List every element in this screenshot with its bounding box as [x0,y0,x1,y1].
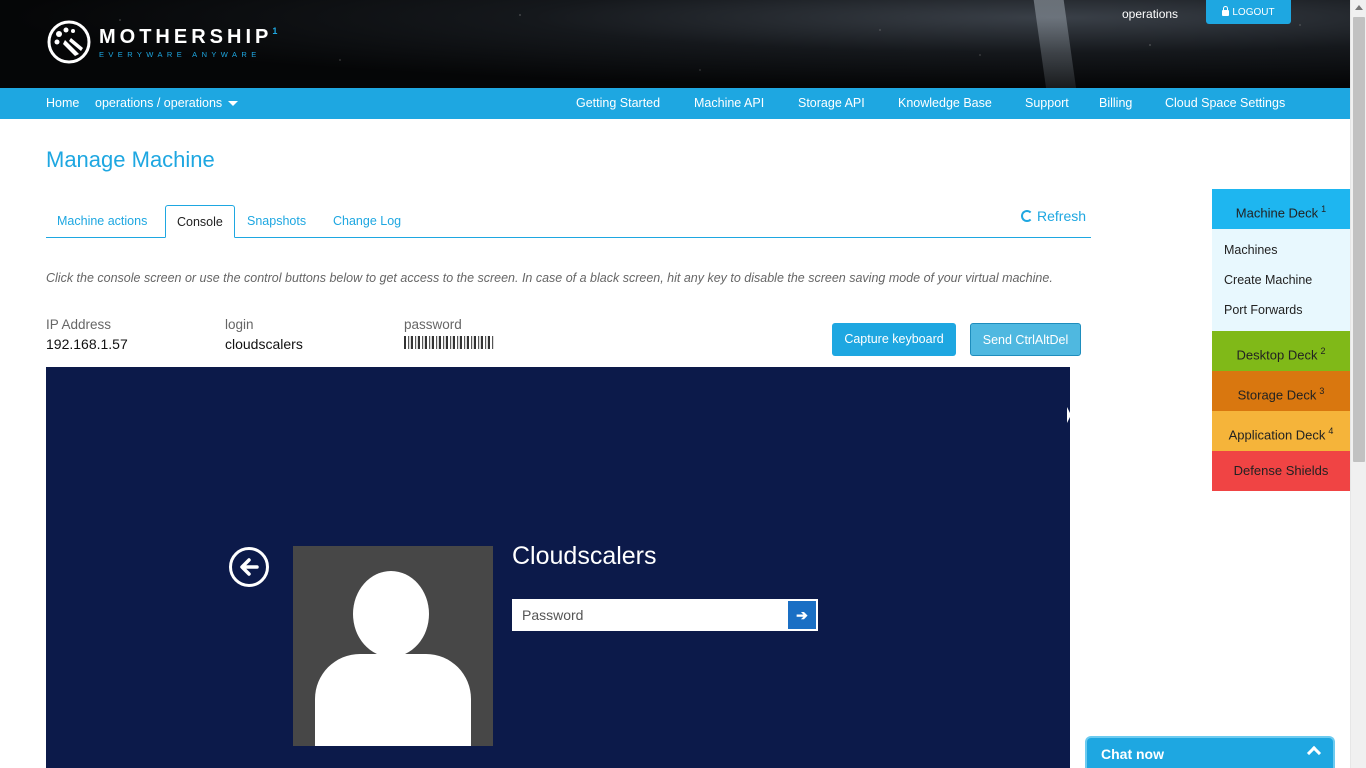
scroll-up-arrow-icon[interactable] [1355,5,1363,10]
nav-billing[interactable]: Billing [1099,88,1132,119]
tab-snapshots[interactable]: Snapshots [236,205,317,238]
tab-console[interactable]: Console [165,205,235,238]
arrow-left-icon [240,558,259,576]
ip-address-block: IP Address 192.168.1.57 [46,317,128,352]
storage-deck-label: Storage Deck [1237,387,1317,403]
vm-console-screen[interactable]: Cloudscalers Password ➔ [46,367,1070,768]
refresh-icon [1021,210,1033,222]
storage-deck-number: 3 [1319,386,1325,396]
refresh-label: Refresh [1037,208,1087,224]
machine-tabs: Machine actions Console Snapshots Change… [46,205,1091,238]
console-instructions: Click the console screen or use the cont… [46,271,1053,285]
current-user: operations [1122,7,1179,21]
arrow-right-submit-icon[interactable]: ➔ [788,601,816,629]
nav-context-dropdown[interactable]: operations / operations [95,88,239,119]
desktop-deck-number: 2 [1320,346,1326,356]
nav-support[interactable]: Support [1025,88,1069,119]
avatar-body [315,654,471,746]
deck-item-machines[interactable]: Machines [1224,235,1350,265]
application-deck-number: 4 [1328,426,1334,436]
ip-address-value: 192.168.1.57 [46,336,128,352]
machine-deck-items: Machines Create Machine Port Forwards [1212,229,1350,331]
chat-label: Chat now [1101,746,1164,762]
send-ctrlaltdel-button[interactable]: Send CtrlAltDel [970,323,1081,356]
caret-down-icon [228,101,239,107]
avatar-head [353,571,429,657]
application-deck-label: Application Deck [1228,427,1326,443]
login-block: login cloudscalers [225,317,303,352]
password-block: password [404,317,494,352]
password-label: password [404,317,462,332]
page-title: Manage Machine [46,147,215,172]
nav-storage-api[interactable]: Storage API [798,88,865,119]
header-banner: MOTHERSHIP1 EVERYWARE ANYWARE operations… [0,0,1350,88]
mouse-cursor-icon [1067,407,1071,423]
mothership-logo-icon [47,20,91,64]
page: MOTHERSHIP1 EVERYWARE ANYWARE operations… [0,0,1366,768]
desktop-deck-header[interactable]: Desktop Deck 2 [1212,331,1350,371]
nav-getting-started[interactable]: Getting Started [576,88,660,119]
nav-context-label: operations / operations [95,96,223,110]
password-obscured-value [404,336,494,349]
logout-button[interactable]: LOGOUT [1206,0,1291,24]
machine-deck-number: 1 [1321,204,1327,214]
ip-address-label: IP Address [46,317,112,332]
application-deck-header[interactable]: Application Deck 4 [1212,411,1350,451]
back-arrow-icon[interactable] [229,547,269,587]
refresh-button[interactable]: Refresh [1021,208,1086,224]
main-nav: Home operations / operations Getting Sta… [0,88,1350,119]
user-avatar [293,546,493,746]
defense-shields-label: Defense Shields [1233,463,1329,478]
login-value: cloudscalers [225,336,303,352]
deck-item-port-forwards[interactable]: Port Forwards [1224,295,1350,325]
machine-deck-label: Machine Deck [1235,205,1319,221]
scrollbar-thumb[interactable] [1353,17,1365,462]
nav-home[interactable]: Home [46,88,79,119]
nav-machine-api[interactable]: Machine API [694,88,764,119]
page-scrollbar[interactable] [1350,0,1366,768]
machine-deck-header[interactable]: Machine Deck 1 [1212,189,1350,229]
login-label: login [225,317,254,332]
nav-cloud-space-settings[interactable]: Cloud Space Settings [1165,88,1285,119]
nav-knowledge-base[interactable]: Knowledge Base [898,88,992,119]
defense-shields-header[interactable]: Defense Shields [1212,451,1350,491]
capture-keyboard-button[interactable]: Capture keyboard [832,323,956,356]
console-password-input[interactable]: Password ➔ [512,599,818,631]
chat-widget[interactable]: Chat now [1085,736,1335,768]
logo-tagline: EVERYWARE ANYWARE [99,49,261,59]
tab-change-log[interactable]: Change Log [322,205,412,238]
deck-item-create-machine[interactable]: Create Machine [1224,265,1350,295]
chevron-up-icon[interactable] [1306,745,1322,761]
storage-deck-header[interactable]: Storage Deck 3 [1212,371,1350,411]
lock-icon [1222,6,1230,16]
desktop-deck-label: Desktop Deck [1236,347,1318,363]
logo[interactable]: MOTHERSHIP1 EVERYWARE ANYWARE [45,18,277,66]
console-username: Cloudscalers [512,542,657,570]
password-placeholder: Password [522,607,584,623]
side-deck-menu: Machine Deck 1 Machines Create Machine Po… [1212,189,1350,491]
logo-superscript: 1 [272,25,278,36]
logo-name: MOTHERSHIP [99,25,273,48]
tab-machine-actions[interactable]: Machine actions [46,205,158,238]
logout-label: LOGOUT [1232,6,1275,18]
